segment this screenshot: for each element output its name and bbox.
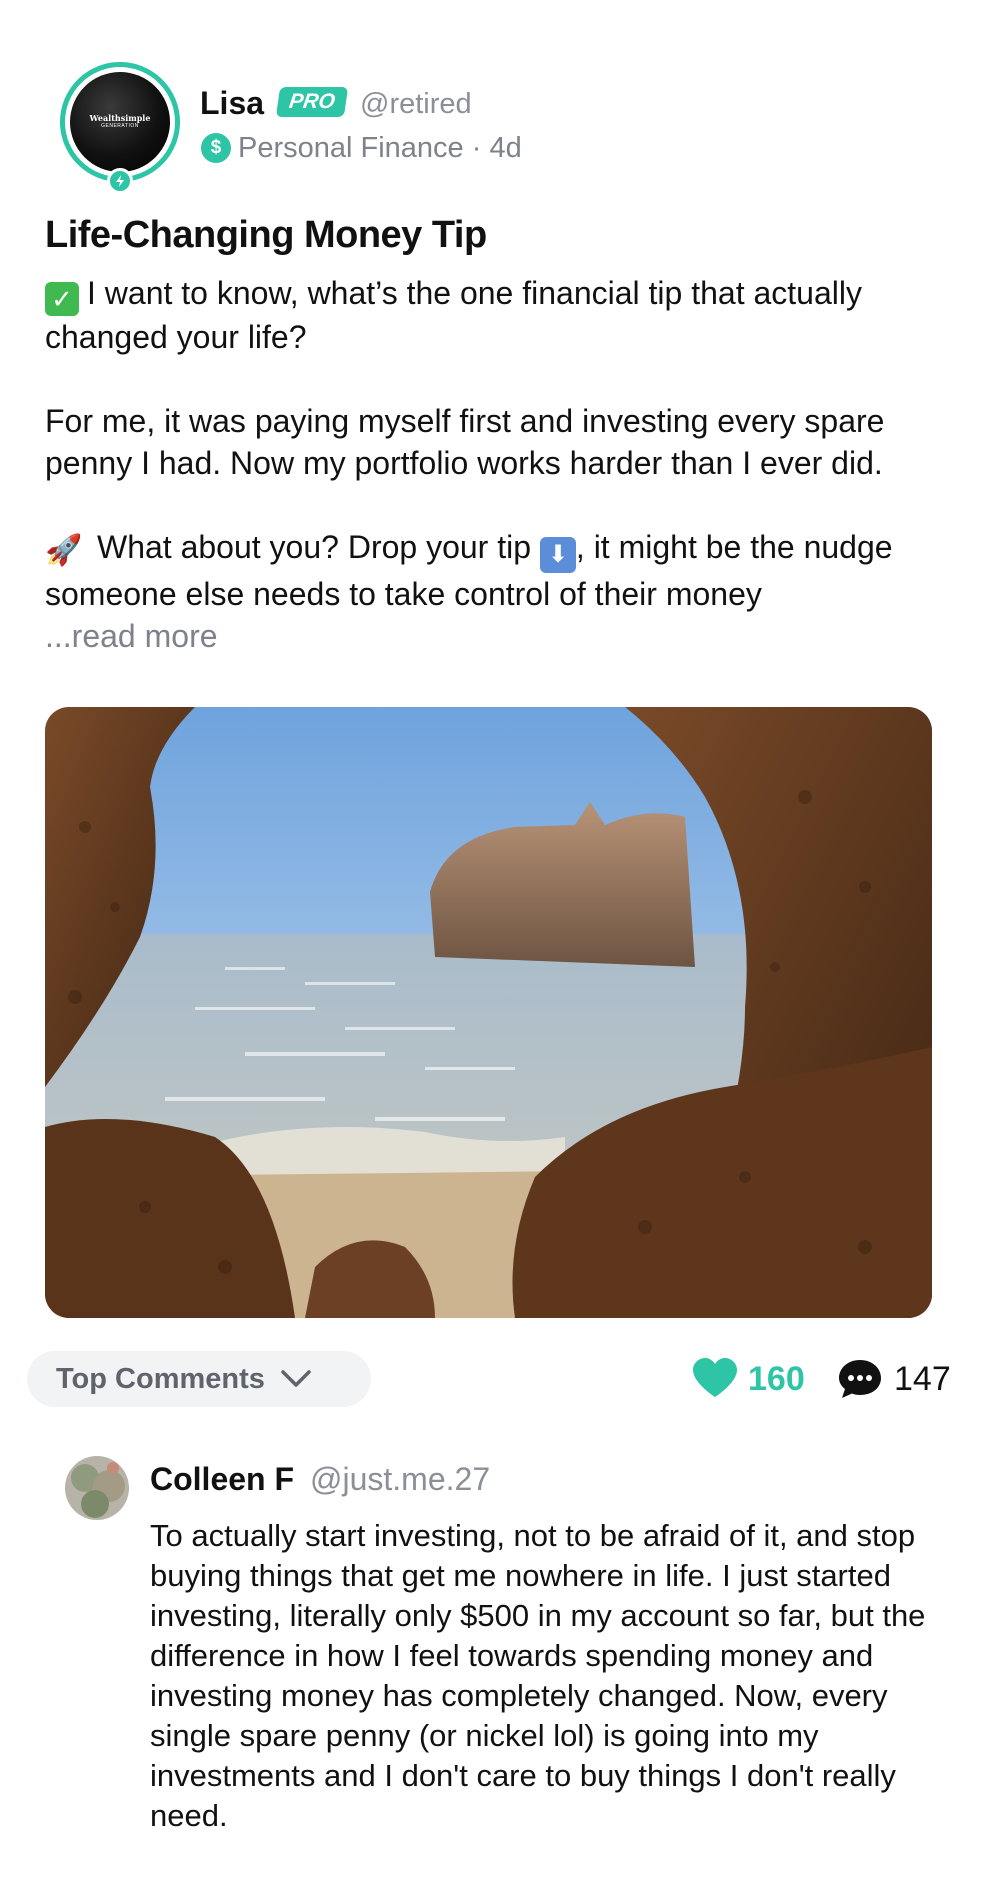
- author-avatar[interactable]: Wealthsimple GENERATION: [60, 62, 180, 182]
- read-more-link[interactable]: ...read more: [45, 615, 955, 657]
- meta-separator: ·: [471, 132, 482, 164]
- author-handle[interactable]: @retired: [360, 86, 472, 122]
- down-arrow-emoji-icon: ⬇: [539, 537, 576, 573]
- chevron-down-icon: [281, 1370, 311, 1387]
- post-text-3a: What about you? Drop your tip: [97, 529, 532, 565]
- dollar-icon: $: [201, 133, 231, 163]
- post-title: Life-Changing Money Tip: [45, 214, 487, 256]
- post-paragraph-1: ✓ I want to know, what’s the one financia…: [45, 272, 955, 358]
- commenter-avatar[interactable]: [65, 1456, 129, 1520]
- avatar-logo-subtext: GENERATION: [101, 123, 139, 129]
- comment-bubble-icon[interactable]: [837, 1358, 883, 1400]
- heart-icon[interactable]: [691, 1357, 739, 1399]
- post-category[interactable]: Personal Finance · 4d: [238, 130, 522, 166]
- check-emoji-icon: ✓: [45, 282, 79, 316]
- post-text-1: I want to know, what’s the one financial…: [45, 275, 862, 355]
- post-body[interactable]: ✓ I want to know, what’s the one financia…: [45, 272, 955, 657]
- avatar-logo-text: Wealthsimple: [89, 113, 151, 123]
- top-comments-label: Top Comments: [56, 1362, 265, 1395]
- category-label: Personal Finance: [238, 132, 464, 164]
- post-paragraph-2: For me, it was paying myself first and i…: [45, 403, 885, 481]
- author-name[interactable]: Lisa: [200, 84, 264, 122]
- commenter-name[interactable]: Colleen F: [150, 1459, 294, 1499]
- commenter-handle[interactable]: @just.me.27: [310, 1459, 490, 1499]
- bolt-icon: [107, 168, 133, 194]
- rocket-emoji-icon: 🚀: [45, 534, 83, 567]
- like-count[interactable]: 160: [748, 1359, 805, 1399]
- comment-count[interactable]: 147: [894, 1359, 951, 1399]
- pro-badge: PRO: [275, 87, 349, 117]
- top-comments-dropdown[interactable]: Top Comments: [27, 1351, 371, 1407]
- comment-text: To actually start investing, not to be a…: [150, 1518, 926, 1833]
- avatar-image: Wealthsimple GENERATION: [70, 72, 170, 172]
- post-paragraph-3: 🚀 What about you? Drop your tip ⬇, it mig…: [45, 526, 955, 615]
- post-image[interactable]: [45, 707, 932, 1318]
- post-age: 4d: [489, 132, 522, 164]
